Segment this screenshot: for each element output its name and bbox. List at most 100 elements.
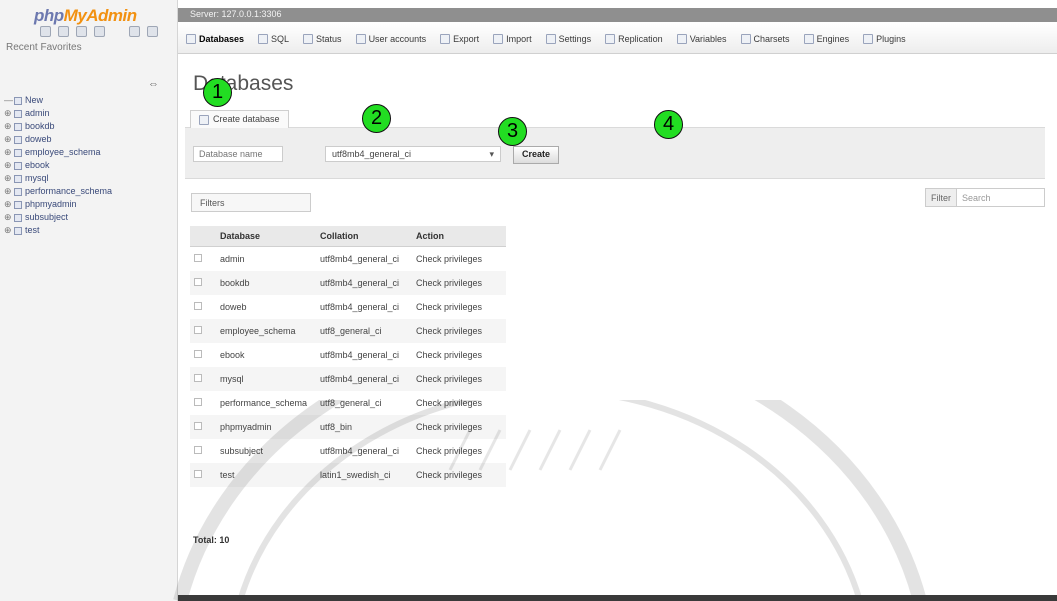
tree-item-label[interactable]: mysql [25, 172, 49, 185]
row-checkbox-cell[interactable] [190, 295, 216, 319]
tree-item[interactable]: ⊕ mysql [4, 172, 112, 185]
tree-item[interactable]: ⊕ ebook [4, 159, 112, 172]
row-checkbox[interactable] [194, 446, 202, 454]
column-header-collation[interactable]: Collation [316, 226, 412, 247]
tree-item[interactable]: ⊕ employee_schema [4, 146, 112, 159]
table-row[interactable]: performance_schema utf8_general_ci Check p… [190, 391, 506, 415]
check-privileges-link[interactable]: Check privileges [412, 271, 506, 295]
tab-status[interactable]: Status [303, 33, 342, 44]
table-row[interactable]: subsubject utf8mb4_general_ci Check privil… [190, 439, 506, 463]
check-privileges-link[interactable]: Check privileges [412, 343, 506, 367]
search-input[interactable]: Search [957, 193, 991, 203]
database-name-link[interactable]: doweb [216, 295, 316, 319]
row-checkbox[interactable] [194, 302, 202, 310]
database-name-link[interactable]: employee_schema [216, 319, 316, 343]
database-name-link[interactable]: bookdb [216, 271, 316, 295]
database-name-link[interactable]: test [216, 463, 316, 487]
server-breadcrumb[interactable]: Server: 127.0.0.1:3306 [190, 9, 282, 19]
tree-item[interactable]: ⊕ admin [4, 107, 112, 120]
row-checkbox-cell[interactable] [190, 319, 216, 343]
collation-select[interactable]: utf8mb4_general_ci ▾ [325, 146, 501, 162]
expander-icon[interactable]: ⊕ [4, 172, 14, 185]
tree-item-label[interactable]: phpmyadmin [25, 198, 77, 211]
tree-item-label[interactable]: employee_schema [25, 146, 101, 159]
tab-engines[interactable]: Engines [803, 33, 849, 44]
check-privileges-link[interactable]: Check privileges [412, 463, 506, 487]
tree-item[interactable]: ⊕ performance_schema [4, 185, 112, 198]
tree-item[interactable]: ⊕ test [4, 224, 112, 237]
tree-item-label[interactable]: New [25, 94, 43, 107]
database-name-link[interactable]: admin [216, 246, 316, 271]
check-privileges-link[interactable]: Check privileges [412, 246, 506, 271]
tree-item-label[interactable]: bookdb [25, 120, 55, 133]
table-row[interactable]: ebook utf8mb4_general_ci Check privileges [190, 343, 506, 367]
sql-docs-icon[interactable] [94, 26, 105, 37]
expander-icon[interactable]: ⊕ [4, 146, 14, 159]
console-bar[interactable] [178, 595, 1057, 601]
row-checkbox[interactable] [194, 326, 202, 334]
row-checkbox-cell[interactable] [190, 343, 216, 367]
tab-settings[interactable]: Settings [545, 33, 591, 44]
tree-item[interactable]: — New [4, 94, 112, 107]
tab-plugins[interactable]: Plugins [863, 33, 906, 44]
tab-variables[interactable]: Variables [676, 33, 727, 44]
check-privileges-link[interactable]: Check privileges [412, 415, 506, 439]
database-name-input[interactable] [193, 146, 283, 162]
row-checkbox[interactable] [194, 374, 202, 382]
table-row[interactable]: admin utf8mb4_general_ci Check privileges [190, 246, 506, 271]
tree-item-label[interactable]: admin [25, 107, 50, 120]
tree-item-label[interactable]: test [25, 224, 40, 237]
check-privileges-link[interactable]: Check privileges [412, 367, 506, 391]
recent-favorites-tabs[interactable]: Recent Favorites [6, 42, 82, 53]
row-checkbox[interactable] [194, 398, 202, 406]
tree-item[interactable]: ⊕ bookdb [4, 120, 112, 133]
database-name-link[interactable]: phpmyadmin [216, 415, 316, 439]
database-name-link[interactable]: mysql [216, 367, 316, 391]
row-checkbox-cell[interactable] [190, 439, 216, 463]
tree-item-label[interactable]: doweb [25, 133, 52, 146]
check-privileges-link[interactable]: Check privileges [412, 319, 506, 343]
docs-icon[interactable] [76, 26, 87, 37]
tab-databases[interactable]: Databases [186, 33, 244, 44]
home-icon[interactable] [40, 26, 51, 37]
row-checkbox[interactable] [194, 254, 202, 262]
filter-toggle[interactable]: Filters [191, 193, 311, 212]
row-checkbox-cell[interactable] [190, 246, 216, 271]
expander-icon[interactable]: ⊕ [4, 133, 14, 146]
settings-icon[interactable] [129, 26, 140, 37]
check-privileges-link[interactable]: Check privileges [412, 391, 506, 415]
row-checkbox[interactable] [194, 422, 202, 430]
tree-item-label[interactable]: subsubject [25, 211, 68, 224]
tab-user-accounts[interactable]: User accounts [355, 33, 426, 44]
row-checkbox[interactable] [194, 470, 202, 478]
logout-icon[interactable] [58, 26, 69, 37]
tree-item-label[interactable]: ebook [25, 159, 50, 172]
expander-icon[interactable]: ⊕ [4, 107, 14, 120]
tab-charsets[interactable]: Charsets [740, 33, 790, 44]
database-name-link[interactable]: ebook [216, 343, 316, 367]
expander-icon[interactable]: ⊕ [4, 159, 14, 172]
tree-item[interactable]: ⊕ phpmyadmin [4, 198, 112, 211]
row-checkbox[interactable] [194, 350, 202, 358]
table-row[interactable]: test latin1_swedish_ci Check privileges [190, 463, 506, 487]
database-name-link[interactable]: subsubject [216, 439, 316, 463]
database-name-link[interactable]: performance_schema [216, 391, 316, 415]
row-checkbox[interactable] [194, 278, 202, 286]
expander-icon[interactable]: ⊕ [4, 224, 14, 237]
expander-icon[interactable]: ⊕ [4, 120, 14, 133]
row-checkbox-cell[interactable] [190, 367, 216, 391]
tree-item-label[interactable]: performance_schema [25, 185, 112, 198]
tab-replication[interactable]: Replication [605, 33, 663, 44]
tab-sql[interactable]: SQL [258, 33, 289, 44]
create-button[interactable]: Create [513, 146, 560, 164]
row-checkbox-cell[interactable] [190, 391, 216, 415]
row-checkbox-cell[interactable] [190, 415, 216, 439]
expander-icon[interactable]: ⊕ [4, 185, 14, 198]
table-row[interactable]: doweb utf8mb4_general_ci Check privileges [190, 295, 506, 319]
reload-icon[interactable] [147, 26, 158, 37]
table-row[interactable]: employee_schema utf8_general_ci Check priv… [190, 319, 506, 343]
expander-icon[interactable]: ⊕ [4, 211, 14, 224]
table-row[interactable]: mysql utf8mb4_general_ci Check privileges [190, 367, 506, 391]
check-privileges-link[interactable]: Check privileges [412, 295, 506, 319]
check-privileges-link[interactable]: Check privileges [412, 439, 506, 463]
